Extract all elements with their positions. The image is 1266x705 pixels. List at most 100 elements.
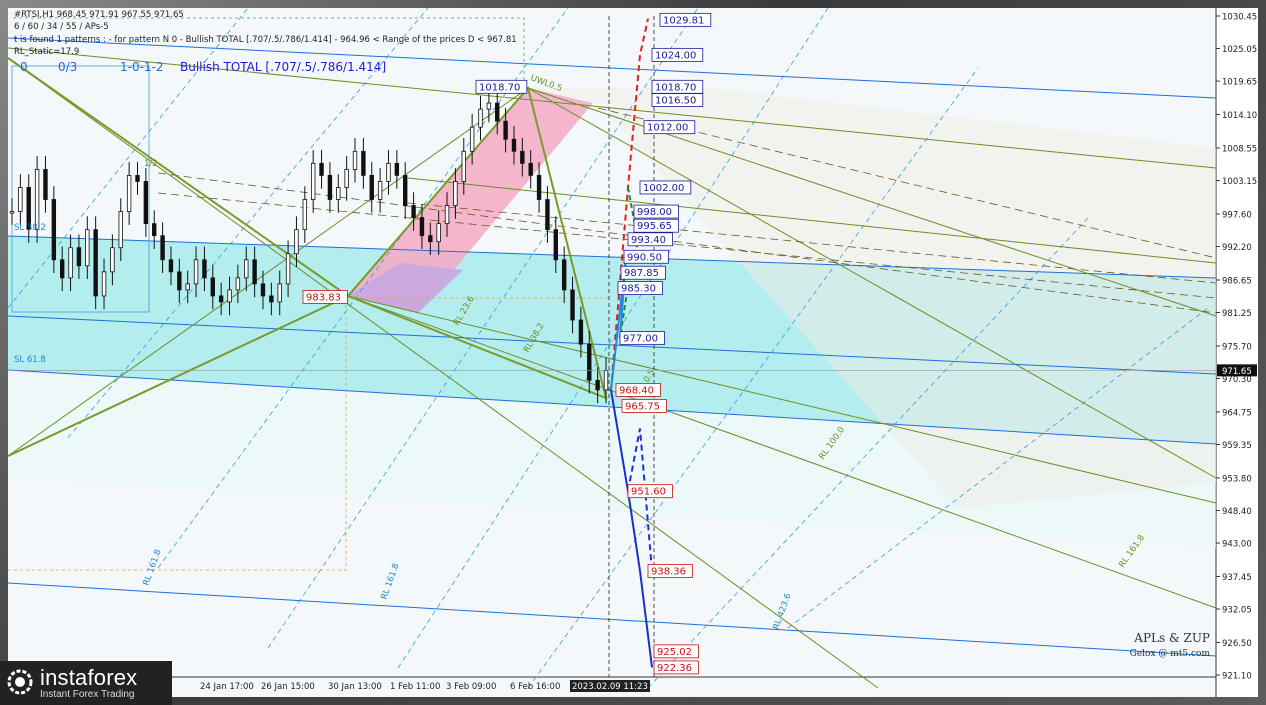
candle-body (18, 187, 23, 212)
candle-body (469, 126, 475, 152)
upper-target-label-11-text: 985.30 (621, 284, 656, 295)
candle-body (59, 259, 65, 279)
chart-canvas[interactable]: 1029.81 1024.00 1018.70 1016.50 1012.00 1002.… (8, 8, 1258, 697)
y-tick-label-13: 959.35 (1222, 441, 1252, 451)
candle-body (561, 259, 567, 291)
upper-target-label-11: 985.30 (617, 281, 663, 295)
candle-body (419, 217, 425, 237)
upper-target-label-7-text: 995.65 (637, 221, 672, 232)
candle-body (285, 253, 291, 285)
candle-body (528, 162, 533, 176)
candle-body (403, 175, 408, 206)
candle-body (377, 181, 383, 200)
candle-body (603, 370, 609, 391)
candle-body (277, 283, 282, 303)
candle-body (453, 181, 458, 206)
pivot-label-2: 968.40 (615, 383, 661, 397)
upper-target-label-12: 977.00 (619, 331, 665, 346)
price-chart[interactable]: 1029.81 1024.00 1018.70 1016.50 1012.00 1002.… (8, 8, 1258, 697)
upper-target-label-8-text: 993.40 (631, 235, 666, 246)
y-tick-label-6: 997.60 (1222, 210, 1252, 220)
candle-body (595, 379, 600, 391)
candle-body (235, 277, 241, 291)
logo-wordmark: instaforex (40, 665, 138, 690)
upper-target-label-4-text: 1012.00 (647, 123, 688, 134)
candle-body (244, 259, 249, 279)
lower-target-label-3-text: 925.02 (657, 647, 692, 658)
upper-target-label-9-text: 990.50 (627, 252, 662, 263)
upper-target-label-12-text: 977.00 (623, 334, 658, 345)
candle-body (260, 283, 266, 297)
candle-body (160, 235, 165, 261)
candle-body (495, 102, 500, 122)
upper-target-label-6: 998.00 (633, 204, 679, 219)
y-tick-label-2: 1019.65 (1222, 78, 1257, 88)
candle-body (193, 259, 199, 285)
upper-target-label-5-text: 1002.00 (643, 183, 684, 194)
candle-body (218, 295, 224, 303)
lower-target-label-1-text: 951.60 (631, 487, 666, 498)
x-tick-label-3: 1 Feb 11:00 (390, 682, 440, 692)
pattern-name: Bullish TOTAL [.707/.5/.786/1.414] (180, 60, 387, 74)
candle-body (51, 199, 57, 261)
zigzag-params: 6 / 60 / 34 / 55 / APs-5 (14, 22, 109, 32)
candle-body (126, 175, 132, 212)
upper-target-label-3-text: 1016.50 (655, 96, 696, 107)
current-price-value: 971.65 (1222, 367, 1252, 377)
pivot-label-0-text: 983.83 (306, 292, 341, 303)
logo-tagline: Instant Forex Trading (40, 689, 135, 700)
upper-target-label-1: 1024.00 (651, 47, 704, 62)
credit-title: APLs & ZUP (1134, 631, 1210, 645)
candle-body (43, 168, 48, 200)
candle-body (411, 205, 416, 218)
candle-body (444, 205, 450, 225)
y-tick-label-14: 953.80 (1222, 474, 1252, 484)
lower-target-label-2-text: 938.36 (651, 566, 686, 577)
credit-author: Gelox @ mt5.com (1129, 649, 1210, 659)
candle-body (310, 162, 316, 200)
x-tick-label-0: 24 Jan 17:00 (200, 682, 254, 692)
upper-target-label-2: 1018.70 (651, 79, 704, 94)
candle-body (168, 259, 174, 273)
candle-body (185, 283, 190, 291)
y-tick-label-16: 943.00 (1222, 540, 1252, 550)
y-tick-label-15: 948.40 (1222, 507, 1252, 517)
x-tick-label-4: 3 Feb 09:00 (446, 682, 496, 692)
candle-body (152, 223, 157, 237)
lower-target-label-2: 938.36 (647, 564, 693, 578)
pivot-label-1-text: 1018.70 (479, 82, 520, 93)
y-tick-label-10: 975.70 (1222, 342, 1252, 352)
candle-body (34, 168, 40, 231)
candle-body (394, 162, 400, 176)
upper-target-label-0: 1029.81 (659, 12, 712, 27)
candle-body (210, 277, 215, 297)
candle-body (68, 247, 73, 279)
upper-target-label-6-text: 998.00 (637, 207, 672, 218)
candle-body (361, 150, 366, 176)
upper-target-label-2-text: 1018.70 (655, 82, 696, 93)
x-tick-label-5: 6 Feb 16:00 (510, 682, 560, 692)
upper-target-label-0-text: 1029.81 (663, 15, 704, 26)
candle-body (202, 259, 207, 279)
candle-body (177, 271, 182, 291)
y-tick-label-20: 921.10 (1222, 672, 1252, 682)
fibo-annotation-0: SL 38.2 (14, 223, 46, 233)
candle-body (93, 229, 98, 297)
candle-body (143, 181, 149, 225)
candle-body (536, 175, 542, 200)
candle-body (110, 247, 115, 273)
upper-target-label-3: 1016.50 (651, 93, 704, 107)
candle-body (486, 102, 492, 110)
candle-body (553, 229, 559, 261)
candle-body (269, 295, 274, 303)
upper-target-label-9: 990.50 (623, 249, 669, 264)
candle-body (545, 199, 550, 231)
candle-body (461, 150, 466, 182)
x-tick-label-2: 30 Jan 13:00 (328, 682, 382, 692)
candle-body (118, 211, 123, 249)
candle-body (302, 199, 308, 231)
candle-body (252, 259, 257, 285)
y-tick-label-1: 1025.05 (1222, 45, 1257, 55)
upper-target-label-10-text: 987.85 (624, 268, 659, 279)
candle-body (135, 175, 140, 182)
